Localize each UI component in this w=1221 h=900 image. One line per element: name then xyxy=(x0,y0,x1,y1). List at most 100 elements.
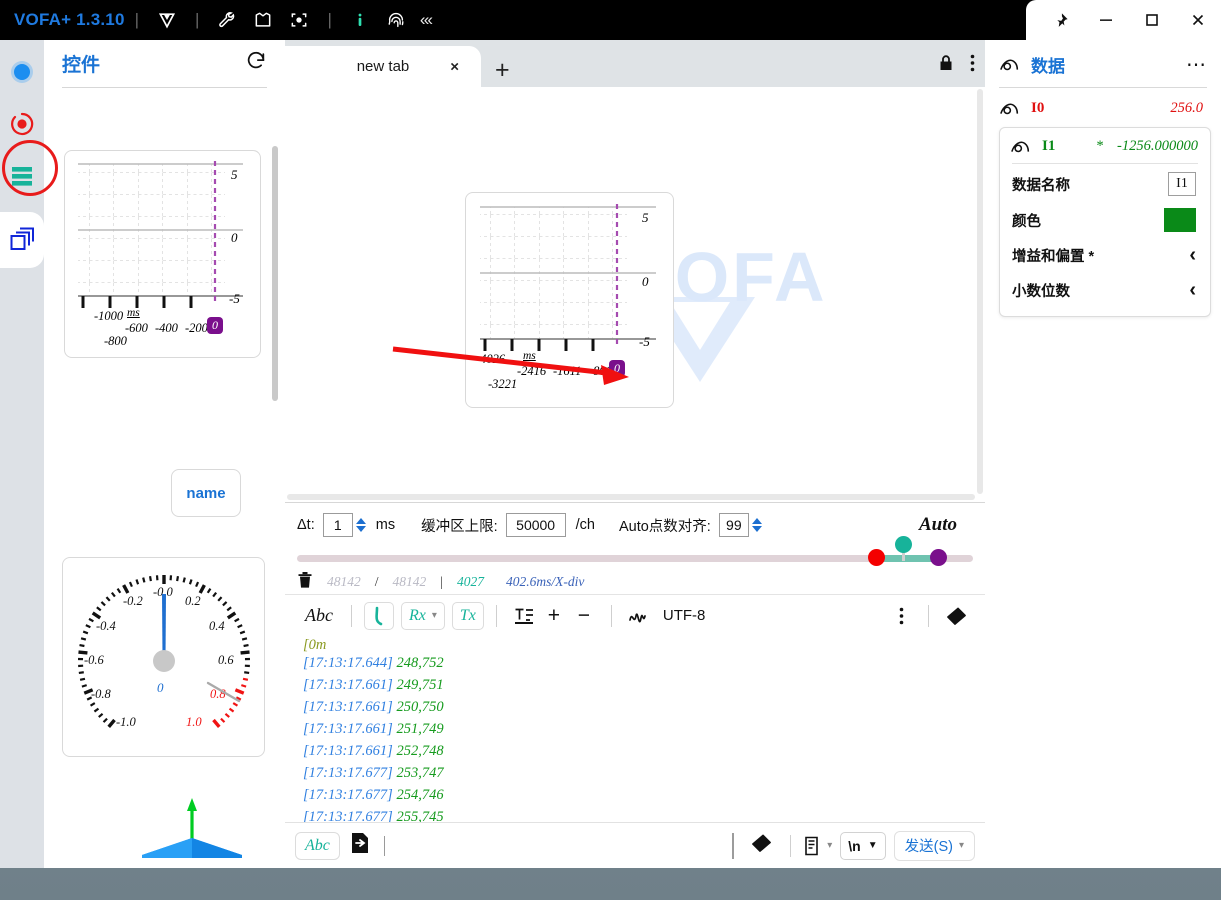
log-line: [17:13:17.661] 250,750 xyxy=(303,696,985,718)
widget-gauge[interactable]: -0.2 -0.0 0.2 -0.4 0.4 -0.6 0.6 -0.8 0.8… xyxy=(62,557,265,757)
main-plot-cursor-label[interactable]: 0 xyxy=(609,360,625,377)
lock-icon[interactable] xyxy=(938,54,954,77)
tab-close-icon[interactable]: × xyxy=(450,58,459,75)
widget-mini-plot[interactable]: 5 0 -5 -1000 -800 -600 -400 -200 ms 0 xyxy=(64,150,261,358)
font-increase-button[interactable]: + xyxy=(539,601,569,631)
newline-select[interactable]: \n ▼ xyxy=(840,831,886,860)
menu-lines-icon[interactable] xyxy=(0,150,44,202)
log-timestamp: [17:13:17.661] xyxy=(303,721,393,737)
mini-plot-x-tick-4: -200 xyxy=(185,321,208,335)
record-icon[interactable] xyxy=(0,98,44,150)
info-icon[interactable] xyxy=(345,5,375,35)
chevron-left-icon[interactable]: ‹ xyxy=(1189,279,1196,302)
mini-plot-x-unit: ms xyxy=(127,307,140,319)
trash-icon[interactable] xyxy=(297,571,313,593)
zigzag-icon[interactable] xyxy=(624,601,654,631)
vofa-logo-icon[interactable] xyxy=(152,5,182,35)
text-indent-icon[interactable] xyxy=(509,601,539,631)
eye-icon[interactable] xyxy=(1010,139,1032,155)
add-tab-button[interactable]: + xyxy=(495,58,510,83)
encoding-label[interactable]: UTF-8 xyxy=(663,607,706,624)
terminal-abc-button[interactable]: Abc xyxy=(299,605,339,626)
mini-plot-cursor-label[interactable]: 0 xyxy=(207,317,223,334)
eraser-icon[interactable] xyxy=(941,601,971,631)
pin-icon[interactable] xyxy=(1037,0,1083,40)
left-icon-rail xyxy=(0,40,44,868)
send-abc-button[interactable]: Abc xyxy=(295,831,340,860)
divider xyxy=(790,834,792,857)
target-icon[interactable] xyxy=(284,5,314,35)
dt-spinner[interactable] xyxy=(355,518,366,532)
plot-canvas-area[interactable]: VOFA 5 0 -5 -4026 -3221 -2416 -1611 -806… xyxy=(285,87,985,502)
slider-knob-left[interactable] xyxy=(868,549,885,566)
maximize-icon[interactable] xyxy=(1129,0,1175,40)
send-eraser-icon[interactable] xyxy=(750,833,772,858)
shirt-icon[interactable] xyxy=(248,5,278,35)
watermark-triangle-inner-icon xyxy=(670,302,730,350)
channel-card-i1: I1 * -1256.000000 数据名称 I1 颜色 增益和偏置 * ‹ 小… xyxy=(999,127,1211,317)
wrench-icon[interactable] xyxy=(212,5,242,35)
canvas-vertical-scrollbar[interactable] xyxy=(977,89,983,494)
curve-icon[interactable] xyxy=(363,601,394,630)
canvas-horizontal-scrollbar[interactable] xyxy=(287,494,975,500)
data-panel-title: 数据 xyxy=(1031,57,1065,76)
divider xyxy=(350,604,352,627)
auto-button[interactable]: Auto xyxy=(919,514,973,536)
eye-icon[interactable] xyxy=(999,101,1021,117)
dt-input[interactable]: 1 xyxy=(322,513,353,537)
widget-name-button[interactable]: name xyxy=(171,469,241,517)
buffer-input[interactable]: 50000 xyxy=(505,513,566,537)
app-title: VOFA+ 1.3.10 xyxy=(14,10,125,29)
cube-canvas xyxy=(142,798,242,858)
channel-row-i1[interactable]: I1 * -1256.000000 xyxy=(1000,128,1210,161)
slider-knob-right[interactable] xyxy=(930,549,947,566)
main-plot-y-bottom: -5 xyxy=(639,334,650,349)
property-label-decimals: 小数位数 xyxy=(1012,284,1070,300)
slider-knob-marker[interactable] xyxy=(895,536,912,553)
send-input[interactable] xyxy=(383,835,385,856)
align-input[interactable]: 99 xyxy=(718,513,749,537)
close-icon[interactable] xyxy=(1175,0,1221,40)
control-row-counts: 48142 / 48142 | 4027 402.6ms/X-div xyxy=(285,569,985,595)
tx-button[interactable]: Tx xyxy=(451,601,484,630)
file-send-icon[interactable] xyxy=(350,832,370,859)
tab-new-tab[interactable]: new tab × xyxy=(285,46,481,87)
slider-active-range[interactable] xyxy=(876,555,936,562)
eye-icon[interactable] xyxy=(999,57,1021,73)
dt-label: Δt: xyxy=(297,517,315,533)
rx-button[interactable]: Rx ▾ xyxy=(400,601,445,630)
data-name-input[interactable]: I1 xyxy=(1168,172,1196,196)
buffer-label: 缓冲区上限: xyxy=(421,518,498,535)
font-decrease-button[interactable]: − xyxy=(569,601,599,631)
fingerprint-icon[interactable] xyxy=(381,5,411,35)
chevron-left-icon[interactable]: ‹ xyxy=(1189,244,1196,267)
timeline-slider[interactable] xyxy=(285,536,985,569)
count-total: 48142 xyxy=(392,574,427,589)
rx-label: Rx xyxy=(408,606,426,624)
main-plot-widget[interactable]: 5 0 -5 -4026 -3221 -2416 -1611 -806 ms 0 xyxy=(392,192,674,408)
history-icon[interactable]: ▾ xyxy=(803,836,832,856)
send-button[interactable]: 发送(S) ▾ xyxy=(893,830,975,861)
ellipsis-icon[interactable]: ⋯ xyxy=(1186,52,1207,77)
refresh-icon[interactable] xyxy=(245,50,267,77)
terminal-kebab-menu-icon[interactable] xyxy=(886,601,916,631)
blue-dot-icon[interactable] xyxy=(0,46,44,98)
widget-3d-cube[interactable] xyxy=(102,793,282,858)
layers-icon[interactable] xyxy=(0,212,44,268)
minimize-icon[interactable] xyxy=(1083,0,1129,40)
widget-panel-scrollbar[interactable] xyxy=(272,146,278,401)
gauge-value: 0 xyxy=(157,680,164,695)
mini-plot-y-top: 5 xyxy=(231,167,238,182)
align-spinner[interactable] xyxy=(751,518,762,532)
kebab-menu-icon[interactable] xyxy=(970,54,975,77)
property-row-gain-offset[interactable]: 增益和偏置 * ‹ xyxy=(1000,236,1210,271)
channel-row-i0[interactable]: I0 256.0 xyxy=(985,88,1221,123)
terminal-log[interactable]: [0m [17:13:17.644] 248,752 [17:13:17.661… xyxy=(285,636,985,851)
mini-plot-x-tick-3: -400 xyxy=(155,321,178,335)
tab-label: new tab xyxy=(356,58,410,75)
mini-plot-x-tick-0: -1000 xyxy=(94,309,124,323)
collapse-left-icon[interactable]: «‹ xyxy=(420,10,433,30)
app-window: VOFA+ 1.3.10 | | | «‹ 控件 5 0 -5 -1000 -8… xyxy=(0,0,1221,900)
color-swatch[interactable] xyxy=(1164,208,1196,232)
property-row-decimals[interactable]: 小数位数 ‹ xyxy=(1000,271,1210,306)
